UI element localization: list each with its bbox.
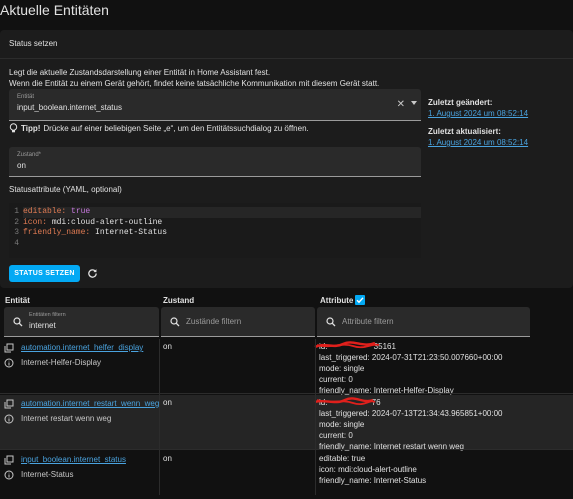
yaml-editor[interactable]: 1 2 3 4 editable: true icon: mdi:cloud-a… — [9, 203, 421, 258]
tip-strong: Tipp! — [21, 123, 41, 133]
entity-filter-value[interactable]: internet — [29, 321, 56, 330]
state-field-label: Zustand* — [17, 152, 42, 158]
yaml-value: Internet-Status — [90, 228, 168, 237]
refresh-icon[interactable] — [87, 268, 98, 279]
code-line[interactable] — [23, 239, 421, 250]
entity-id-link[interactable]: input_boolean.internet_status — [21, 455, 126, 464]
last-updated-label: Zuletzt aktualisiert: — [428, 127, 501, 136]
entity-state: on — [163, 454, 172, 463]
code-lines[interactable]: editable: true icon: mdi:cloud-alert-out… — [23, 207, 421, 249]
description: Legt die aktuelle Zustandsdarstellung ei… — [9, 67, 379, 89]
attribute-filter-input[interactable]: Attribute filtern — [317, 307, 530, 337]
column-divider — [159, 339, 160, 495]
redaction-scribble — [314, 341, 380, 349]
attribute-line: current: 0 — [319, 431, 353, 440]
state-field-value[interactable]: on — [17, 161, 26, 170]
page-title: Aktuelle Entitäten — [0, 2, 109, 18]
yaml-value: mdi:cloud-alert-outline — [47, 217, 163, 227]
attribute-line: mode: single — [319, 364, 365, 373]
info-icon[interactable] — [4, 470, 14, 480]
code-line[interactable]: editable: true — [23, 207, 421, 218]
info-icon[interactable] — [4, 414, 14, 424]
copy-icon[interactable] — [4, 399, 14, 409]
yaml-value: true — [66, 207, 91, 216]
clear-icon[interactable]: ✕ — [397, 99, 405, 110]
code-line[interactable]: friendly_name: Internet-Status — [23, 228, 421, 239]
table-row: automation.internet_helfer_display Inter… — [0, 339, 573, 395]
table-row: input_boolean.internet_status Internet-S… — [0, 451, 573, 495]
chevron-down-icon[interactable] — [411, 101, 417, 105]
table-row: automation.internet_restart_wenn_weg Int… — [0, 395, 573, 451]
yaml-key: icon: — [23, 217, 48, 227]
attribute-line: editable: true — [319, 454, 366, 463]
tip-line: Tipp! Drücke auf einer beliebigen Seite … — [9, 123, 309, 133]
entity-field-value[interactable]: input_boolean.internet_status — [17, 103, 122, 112]
entity-filter-label: Entitäten filtern — [29, 312, 66, 318]
card-title: Status setzen — [9, 39, 58, 48]
column-header-state[interactable]: Zustand — [163, 296, 194, 305]
yaml-key: friendly_name: — [23, 228, 91, 237]
yaml-key: editable: — [23, 207, 67, 216]
last-changed-link[interactable]: 1. August 2024 um 08:52:14 — [428, 109, 528, 118]
lightbulb-icon — [9, 123, 18, 133]
state-filter-placeholder: Zustände filtern — [186, 317, 242, 326]
code-line[interactable]: icon: mdi:cloud-alert-outline — [23, 218, 421, 229]
copy-icon[interactable] — [4, 455, 14, 465]
search-icon — [326, 317, 336, 327]
copy-icon[interactable] — [4, 343, 14, 353]
entity-friendly-name: Internet restart wenn weg — [21, 414, 112, 423]
attribute-line: current: 0 — [319, 375, 353, 384]
column-header-attributes[interactable]: Attribute — [320, 296, 353, 305]
last-updated-link[interactable]: 1. August 2024 um 08:52:14 — [428, 138, 528, 147]
attribute-line: mode: single — [319, 420, 365, 429]
description-line: Wenn die Entität zu einem Gerät gehört, … — [9, 79, 380, 88]
line-number: 2 — [14, 217, 19, 227]
column-header-entity[interactable]: Entität — [5, 296, 30, 305]
search-icon — [170, 317, 180, 327]
state-field[interactable]: Zustand* on — [9, 147, 421, 177]
line-number: 3 — [14, 228, 19, 237]
attribute-filter-placeholder: Attribute filtern — [342, 317, 394, 326]
checkmark-icon — [356, 297, 364, 304]
line-number: 4 — [14, 238, 19, 248]
attribute-line: last_triggered: 2024-07-31T21:23:50.0076… — [319, 353, 503, 362]
row-divider — [0, 449, 573, 450]
entity-id-link[interactable]: automation.internet_restart_wenn_weg — [21, 399, 159, 408]
tip-text: Drücke auf einer beliebigen Seite „e“, u… — [43, 123, 309, 133]
info-icon[interactable] — [4, 358, 14, 368]
entity-state: on — [163, 342, 172, 351]
entity-filter-input[interactable]: Entitäten filtern internet — [4, 307, 159, 337]
entity-field-label: Entität — [17, 94, 35, 100]
column-divider — [315, 339, 316, 495]
search-icon — [13, 317, 23, 327]
entity-picker-field[interactable]: Entität input_boolean.internet_status ✕ — [9, 89, 421, 121]
set-state-card: Status setzen Legt die aktuelle Zustands… — [0, 30, 573, 288]
entity-id-link[interactable]: automation.internet_helfer_display — [21, 343, 143, 352]
attributes-checkbox[interactable] — [355, 295, 365, 305]
line-number: 1 — [14, 207, 19, 216]
entity-friendly-name: Internet-Status — [21, 470, 74, 479]
yaml-label: Statusattribute (YAML, optional) — [9, 185, 122, 194]
set-state-button[interactable]: STATUS SETZEN — [9, 265, 80, 282]
divider — [0, 58, 573, 59]
redaction-scribble — [314, 397, 376, 406]
attribute-line: icon: mdi:cloud-alert-outline — [319, 465, 417, 474]
attribute-line: last_triggered: 2024-07-13T21:34:43.9658… — [319, 409, 503, 418]
line-numbers: 1 2 3 4 — [9, 207, 19, 249]
row-divider — [0, 393, 573, 394]
entity-state: on — [163, 398, 172, 407]
description-line: Legt die aktuelle Zustandsdarstellung ei… — [9, 68, 271, 77]
attribute-line: friendly_name: Internet-Status — [319, 476, 427, 485]
last-changed-label: Zuletzt geändert: — [428, 98, 493, 107]
state-filter-input[interactable]: Zustände filtern — [161, 307, 315, 337]
entity-friendly-name: Internet-Helfer-Display — [21, 358, 102, 367]
